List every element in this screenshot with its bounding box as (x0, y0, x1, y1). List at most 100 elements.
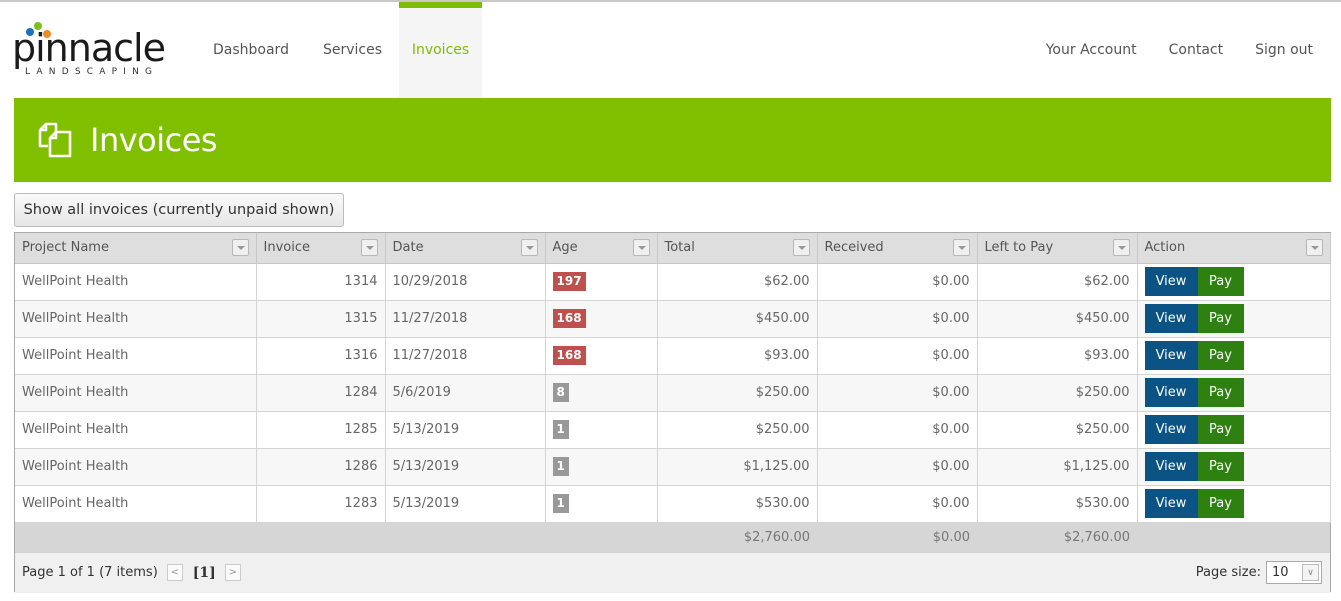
total-amount: $450.00 (657, 300, 818, 338)
invoice-date: 11/27/2018 (385, 300, 546, 338)
pager-summary: Page 1 of 1 (7 items) (22, 565, 158, 580)
filter-dropdown-icon[interactable] (231, 239, 249, 256)
site-header: pinnacle LANDSCAPING Dashboard Services … (0, 2, 1341, 98)
view-button[interactable]: View (1144, 378, 1198, 407)
age-badge: 1 (552, 420, 569, 439)
nav-services[interactable]: Services (306, 2, 399, 98)
age-cell: 168 (545, 337, 658, 375)
age-badge: 168 (552, 346, 586, 365)
pay-button[interactable]: Pay (1197, 304, 1244, 333)
invoice-row: WellPoint Health 1314 10/29/2018 197 $62.00 $… (15, 263, 1331, 301)
nav-dashboard[interactable]: Dashboard (196, 2, 306, 98)
invoice-number: 1285 (256, 411, 386, 449)
col-received[interactable]: Received (817, 233, 978, 264)
total-amount: $250.00 (657, 411, 818, 449)
col-left-to-pay[interactable]: Left to Pay (977, 233, 1138, 264)
pay-button[interactable]: Pay (1197, 341, 1244, 370)
invoice-row: WellPoint Health 1283 5/13/2019 1 $530.00 $0.… (15, 485, 1331, 523)
col-label: Received (824, 240, 884, 256)
page-size-control: Page size: 10 ∨ (1195, 560, 1322, 584)
show-all-invoices-button[interactable]: Show all invoices (currently unpaid show… (14, 193, 344, 227)
action-cell: View Pay (1137, 485, 1331, 523)
view-button[interactable]: View (1144, 452, 1198, 481)
filter-dropdown-icon[interactable] (360, 239, 378, 256)
col-age[interactable]: Age (545, 233, 658, 264)
filter-dropdown-icon[interactable] (792, 239, 810, 256)
main-nav: Dashboard Services Invoices (196, 2, 483, 98)
project-name: WellPoint Health (15, 300, 257, 338)
received-amount: $0.00 (817, 374, 978, 412)
col-action[interactable]: Action (1137, 233, 1331, 264)
pay-button[interactable]: Pay (1197, 415, 1244, 444)
page-banner: Invoices (14, 98, 1331, 182)
filter-dropdown-icon[interactable] (1112, 239, 1130, 256)
view-button[interactable]: View (1144, 267, 1198, 296)
view-button[interactable]: View (1144, 341, 1198, 370)
documents-icon (38, 122, 72, 158)
view-button[interactable]: View (1144, 415, 1198, 444)
view-button[interactable]: View (1144, 489, 1198, 518)
left-to-pay-amount: $1,125.00 (977, 448, 1138, 486)
invoice-row: WellPoint Health 1286 5/13/2019 1 $1,125.00 $… (15, 448, 1331, 486)
col-invoice[interactable]: Invoice (256, 233, 386, 264)
filter-dropdown-icon[interactable] (952, 239, 970, 256)
pay-button[interactable]: Pay (1197, 489, 1244, 518)
age-cell: 168 (545, 300, 658, 338)
col-date[interactable]: Date (385, 233, 546, 264)
invoice-number: 1286 (256, 448, 386, 486)
left-to-pay-sum: $2,760.00 (977, 522, 1137, 553)
filter-dropdown-icon[interactable] (632, 239, 650, 256)
totals-spacer (15, 522, 256, 553)
age-badge: 8 (552, 383, 569, 402)
age-cell: 1 (545, 411, 658, 449)
project-name: WellPoint Health (15, 374, 257, 412)
invoices-grid: Project Name Invoice Date Age Total Rece… (14, 232, 1331, 593)
logo-tagline: LANDSCAPING (25, 67, 159, 77)
pinnacle-logo[interactable]: pinnacle LANDSCAPING (12, 20, 172, 82)
left-to-pay-amount: $62.00 (977, 263, 1138, 301)
total-amount: $250.00 (657, 374, 818, 412)
totals-spacer (1137, 522, 1330, 553)
left-to-pay-amount: $250.00 (977, 374, 1138, 412)
col-label: Age (552, 240, 578, 256)
received-amount: $0.00 (817, 337, 978, 375)
pay-button[interactable]: Pay (1197, 452, 1244, 481)
received-amount: $0.00 (817, 300, 978, 338)
col-label: Left to Pay (984, 240, 1054, 256)
age-cell: 1 (545, 485, 658, 523)
page-size-value: 10 (1272, 564, 1289, 580)
account-nav: Your Account Contact Sign out (1030, 2, 1329, 98)
pay-button[interactable]: Pay (1197, 378, 1244, 407)
prev-page-button[interactable]: < (166, 564, 183, 581)
filter-dropdown-icon[interactable] (520, 239, 538, 256)
next-page-button[interactable]: > (224, 564, 241, 581)
page-size-label: Page size: (1195, 564, 1261, 580)
age-cell: 1 (545, 448, 658, 486)
current-page[interactable]: [1] (193, 565, 216, 581)
total-amount: $93.00 (657, 337, 818, 375)
col-project-name[interactable]: Project Name (15, 233, 257, 264)
view-button[interactable]: View (1144, 304, 1198, 333)
invoice-number: 1283 (256, 485, 386, 523)
totals-spacer (256, 522, 385, 553)
nav-your-account[interactable]: Your Account (1030, 2, 1153, 98)
nav-invoices[interactable]: Invoices (399, 2, 483, 98)
left-to-pay-amount: $250.00 (977, 411, 1138, 449)
pay-button[interactable]: Pay (1197, 267, 1244, 296)
invoice-row: WellPoint Health 1316 11/27/2018 168 $93.00 $… (15, 337, 1331, 375)
col-label: Date (392, 240, 424, 256)
invoice-date: 5/13/2019 (385, 485, 546, 523)
col-total[interactable]: Total (657, 233, 818, 264)
nav-sign-out[interactable]: Sign out (1239, 2, 1329, 98)
filter-dropdown-icon[interactable] (1305, 239, 1323, 256)
total-amount: $530.00 (657, 485, 818, 523)
nav-contact[interactable]: Contact (1153, 2, 1239, 98)
age-cell: 197 (545, 263, 658, 301)
chevron-down-icon[interactable]: ∨ (1302, 563, 1319, 581)
received-sum: $0.00 (817, 522, 977, 553)
received-amount: $0.00 (817, 485, 978, 523)
received-amount: $0.00 (817, 263, 978, 301)
page-size-select[interactable]: 10 ∨ (1266, 560, 1322, 584)
action-cell: View Pay (1137, 411, 1331, 449)
invoice-row: WellPoint Health 1284 5/6/2019 8 $250.00 $0.0… (15, 374, 1331, 412)
